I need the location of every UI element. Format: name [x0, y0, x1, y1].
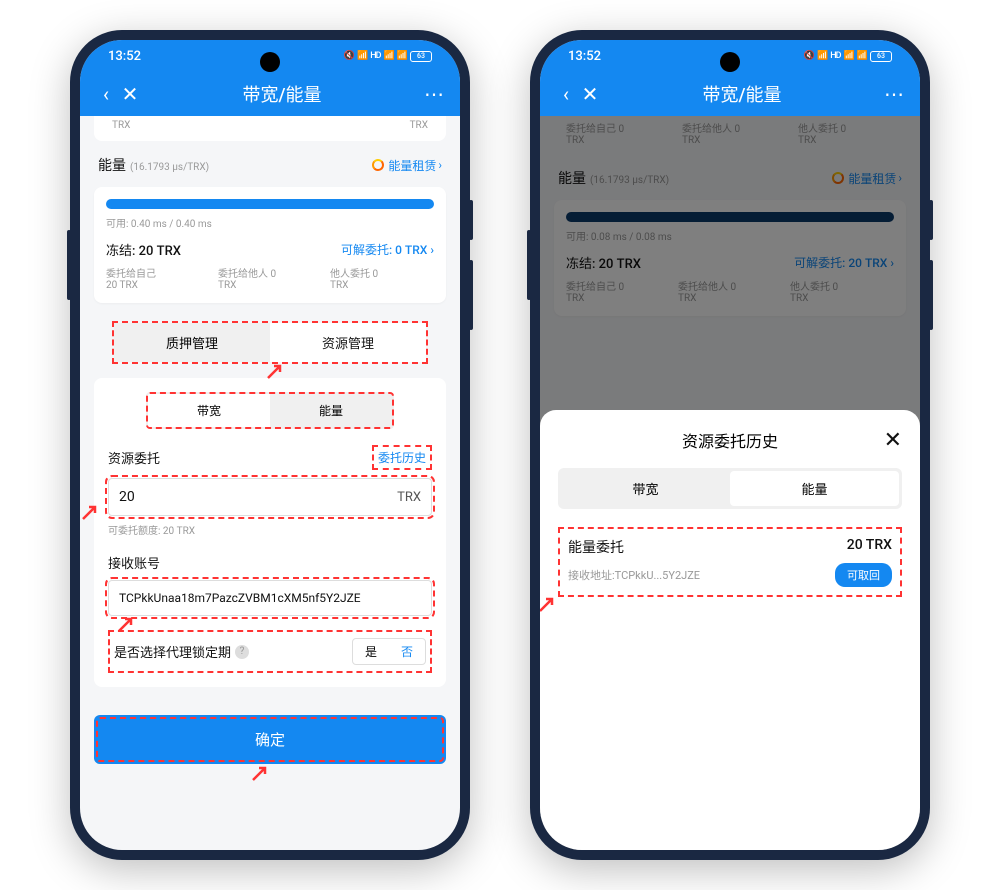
back-icon[interactable]: ‹	[554, 82, 578, 106]
arrow-annotation	[540, 591, 560, 615]
energy-rent-link[interactable]: 能量租赁›	[372, 157, 442, 174]
hd-icon: HD	[370, 51, 380, 61]
sheet-tab-energy[interactable]: 能量	[730, 471, 899, 506]
arrow-annotation	[146, 423, 152, 429]
status-indicators: 🔇 📶 HD 📶 📶 63	[344, 51, 432, 62]
battery-icon: 63	[410, 51, 432, 62]
yes-no-toggle[interactable]: 是 否	[352, 638, 426, 665]
signal-icon: 📶	[844, 51, 854, 61]
sheet-title: 资源委托历史	[682, 428, 778, 452]
mute-icon: 🔇	[344, 51, 354, 61]
page-title: 带宽/能量	[142, 81, 422, 107]
phone-right: 13:52 🔇 📶 HD 📶 📶 63 ‹ ✕ 带宽/能量 ⋯ 委托给自己 0T…	[530, 30, 930, 860]
app-header: ‹ ✕ 带宽/能量 ⋯	[540, 72, 920, 116]
camera-notch	[720, 52, 740, 72]
status-time: 13:52	[108, 49, 141, 64]
main-tabs: 质押管理 资源管理	[112, 321, 428, 364]
mute-icon: 🔇	[804, 51, 814, 61]
app-header: ‹ ✕ 带宽/能量 ⋯	[80, 72, 460, 116]
status-time: 13:52	[568, 49, 601, 64]
delegate-label: 资源委托	[108, 448, 160, 467]
history-item: 能量委托 20 TRX 接收地址:TCPkkU...5Y2JZE 可取回	[558, 527, 902, 597]
wifi-icon: 📶	[357, 51, 367, 61]
amount-input[interactable]: 20 TRX	[108, 478, 432, 516]
close-icon[interactable]: ✕	[578, 82, 602, 106]
mini-tab-energy[interactable]: 能量	[270, 394, 392, 427]
reclaim-button[interactable]: 可取回	[835, 563, 892, 587]
trx-label: TRX	[112, 120, 130, 131]
resource-type-tabs: 带宽 能量	[146, 392, 394, 429]
more-icon[interactable]: ⋯	[882, 82, 906, 106]
hd-icon: HD	[830, 51, 840, 61]
receiver-label: 接收账号	[108, 553, 160, 572]
energy-available: 可用: 0.40 ms / 0.40 ms	[106, 215, 434, 230]
confirm-button[interactable]: 确定	[94, 715, 446, 764]
available-hint: 可委托额度: 20 TRX	[108, 522, 432, 537]
sheet-close-icon[interactable]: ✕	[884, 428, 902, 453]
sheet-tabs: 带宽 能量	[558, 468, 902, 509]
help-icon[interactable]: ?	[235, 645, 249, 659]
energy-progress	[106, 199, 434, 209]
close-icon[interactable]: ✕	[118, 82, 142, 106]
signal-icon-2: 📶	[857, 51, 867, 61]
hist-amount: 20 TRX	[847, 537, 892, 557]
option-yes[interactable]: 是	[353, 639, 389, 664]
ring-icon	[372, 159, 384, 171]
hist-address: 接收地址:TCPkkU...5Y2JZE	[568, 567, 700, 583]
tab-resource[interactable]: 资源管理	[270, 323, 426, 362]
more-icon[interactable]: ⋯	[422, 82, 446, 106]
lock-period-row: 是否选择代理锁定期? 是 否	[108, 630, 432, 673]
signal-icon: 📶	[384, 51, 394, 61]
history-sheet: 资源委托历史 ✕ 带宽 能量 能量委托 20 TRX 接收地址:TCPkkU..…	[540, 410, 920, 850]
arrow-annotation	[249, 760, 273, 784]
tab-stake[interactable]: 质押管理	[114, 323, 270, 362]
arrow-annotation	[264, 358, 288, 382]
mini-tab-bandwidth[interactable]: 带宽	[148, 394, 270, 427]
back-icon[interactable]: ‹	[94, 82, 118, 106]
energy-rate: (16.1793 µs/TRX)	[130, 162, 209, 173]
arrow-annotation	[80, 499, 103, 523]
frozen-amount: 冻结: 20 TRX	[106, 240, 181, 259]
hist-name: 能量委托	[568, 537, 624, 557]
battery-icon: 63	[870, 51, 892, 62]
energy-title: 能量	[98, 158, 126, 174]
status-indicators: 🔇 📶 HD 📶 📶 63	[804, 51, 892, 62]
page-title: 带宽/能量	[602, 81, 882, 107]
unstakeable-link[interactable]: 可解委托: 0 TRX ›	[341, 241, 434, 258]
arrow-annotation	[115, 611, 139, 635]
option-no[interactable]: 否	[389, 639, 425, 664]
chevron-right-icon: ›	[438, 158, 442, 172]
address-input[interactable]: TCPkkUnaa18m7PazcZVBM1cXM5nf5Y2JZE	[108, 580, 432, 616]
signal-icon-2: 📶	[397, 51, 407, 61]
phone-left: 13:52 🔇 📶 HD 📶 📶 63 ‹ ✕ 带宽/能量 ⋯ TRXTRX 能…	[70, 30, 470, 860]
camera-notch	[260, 52, 280, 72]
wifi-icon: 📶	[817, 51, 827, 61]
history-link[interactable]: 委托历史	[372, 445, 432, 470]
sheet-tab-bandwidth[interactable]: 带宽	[561, 471, 730, 506]
